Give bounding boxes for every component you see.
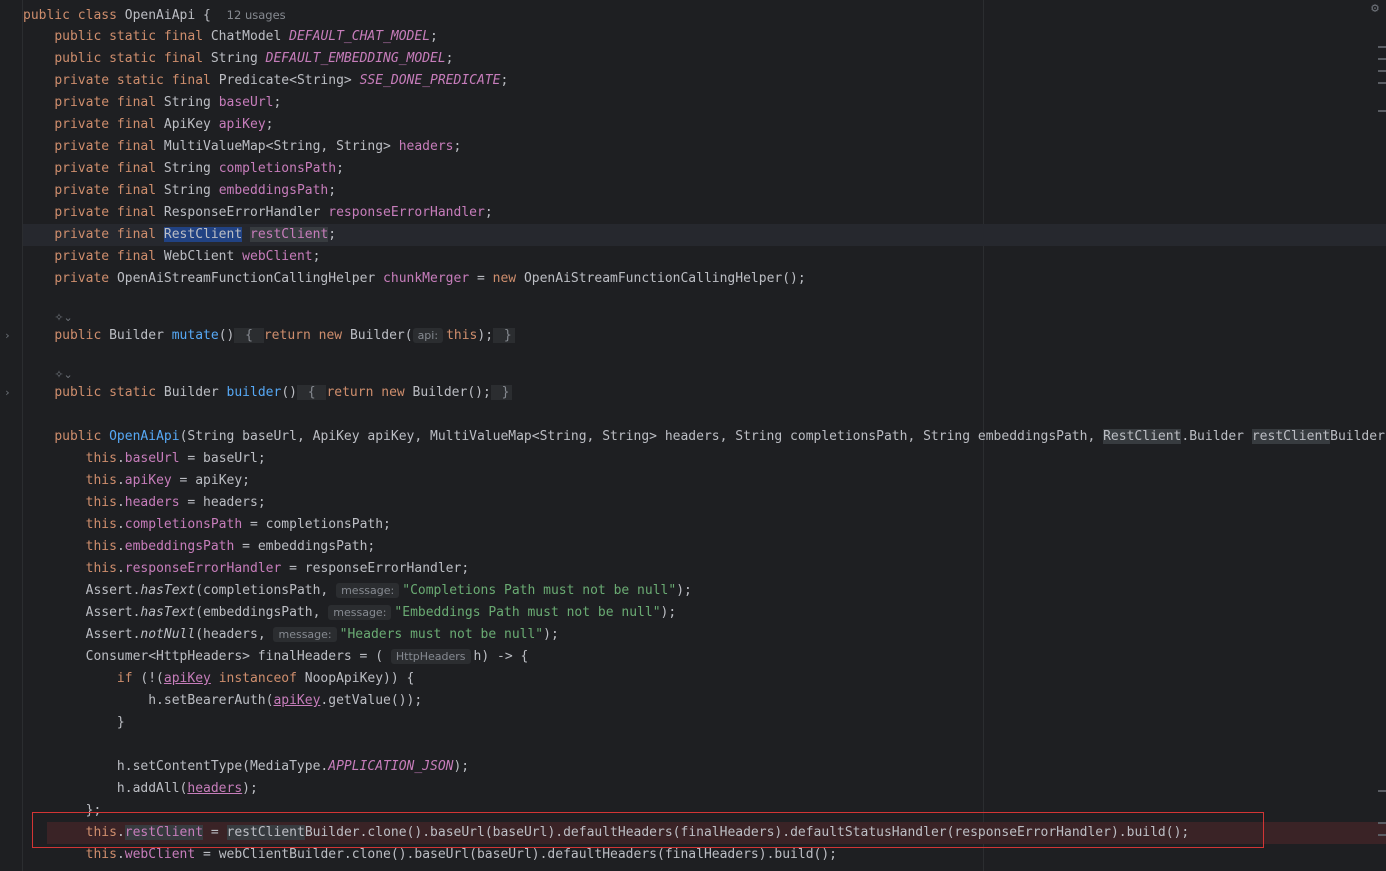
code-line: if (!(apiKey instanceof NoopApiKey)) { (116, 671, 415, 686)
fold-chevron-icon[interactable]: › (4, 330, 16, 342)
code-line: Assert.hasText(embeddingsPath, message: "… (23, 605, 677, 620)
code-line: public static final ChatModel DEFAULT_CH… (54, 29, 438, 44)
highlight-box (32, 812, 1264, 848)
code-line: private OpenAiStreamFunctionCallingHelpe… (54, 271, 806, 286)
code-line: } (23, 715, 125, 730)
code-line: this.apiKey = apiKey; (85, 473, 251, 488)
code-line: h.setBearerAuth(apiKey.getValue()); (23, 693, 423, 708)
code-line: public class OpenAiApi { 12 usages (23, 8, 286, 23)
code-line: h.addAll(headers); (23, 781, 258, 796)
scroll-marker (1378, 70, 1386, 72)
scroll-marker (1378, 46, 1386, 48)
code-line: Consumer<HttpHeaders> finalHeaders = ( H… (23, 649, 529, 664)
string-literal: "Embeddings Path must not be null" (394, 605, 661, 620)
code-line: private final String baseUrl; (54, 95, 282, 110)
scroll-marker (1378, 82, 1386, 84)
fold-chevron-icon[interactable]: › (4, 387, 16, 399)
scroll-marker (1378, 834, 1386, 836)
code-editor[interactable]: ⚙ public class OpenAiApi { 12 usages pub… (23, 0, 1386, 871)
code-line: public static Builder builder() { return… (23, 382, 513, 404)
code-line: Assert.hasText(completionsPath, message:… (23, 583, 692, 598)
code-line: private final String embeddingsPath; (54, 183, 337, 198)
code-line: private final ResponseErrorHandler respo… (54, 205, 493, 220)
code-line: private final RestClient restClient; (54, 227, 337, 242)
code-line: private final ApiKey apiKey; (54, 117, 274, 132)
code-line: this.responseErrorHandler = responseErro… (85, 561, 470, 576)
scroll-marker (1378, 822, 1386, 824)
editor-gutter[interactable]: › › (0, 0, 23, 871)
code-line: public static final String DEFAULT_EMBED… (54, 51, 454, 66)
code-line: private final MultiValueMap<String, Stri… (54, 139, 462, 154)
code-line: public Builder mutate() { return new Bui… (23, 325, 515, 347)
string-literal: "Completions Path must not be null" (402, 583, 677, 598)
code-line: private final String completionsPath; (54, 161, 344, 176)
string-literal: "Headers must not be null" (339, 627, 544, 642)
code-line: Assert.notNull(headers, message: "Headers… (23, 627, 559, 642)
code-line: private final WebClient webClient; (54, 249, 321, 264)
code-line: private static final Predicate<String> S… (54, 73, 509, 88)
code-line: this.baseUrl = baseUrl; (85, 451, 266, 466)
param-hint: message: (328, 605, 392, 620)
code-line: h.setContentType(MediaType.APPLICATION_J… (23, 759, 470, 774)
scroll-marker (1378, 790, 1386, 792)
usages-hint[interactable]: 12 usages (227, 8, 286, 22)
param-hint: api: (412, 328, 444, 343)
scroll-marker (1378, 58, 1386, 60)
code-line: this.embeddingsPath = embeddingsPath; (85, 539, 376, 554)
param-hint: message: (336, 583, 400, 598)
param-hint: message: (273, 627, 337, 642)
code-line: this.headers = headers; (85, 495, 266, 510)
type-hint: HttpHeaders (390, 649, 471, 664)
scroll-marker (1378, 110, 1386, 112)
code-line: this.completionsPath = completionsPath; (85, 517, 391, 532)
gear-icon[interactable]: ⚙ (1368, 2, 1382, 16)
code-line: public OpenAiApi(String baseUrl, ApiKey … (54, 429, 1386, 444)
